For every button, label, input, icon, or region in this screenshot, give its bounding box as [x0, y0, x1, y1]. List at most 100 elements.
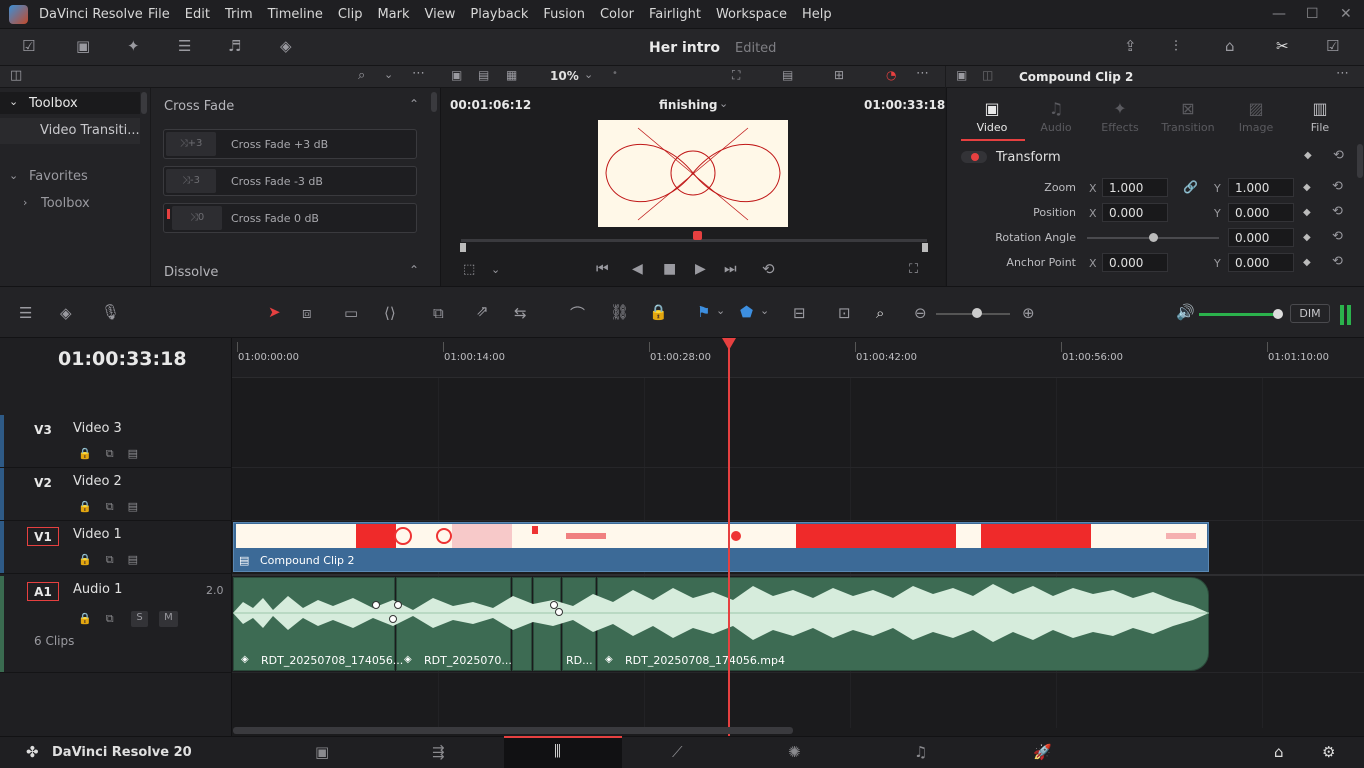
inspector-tools-icon[interactable]: ✂	[1276, 37, 1289, 55]
tree-item-video-transitions[interactable]: Video Transiti...	[0, 118, 140, 144]
volume-slider-handle[interactable]	[1273, 309, 1283, 319]
menu-timeline[interactable]: Timeline	[268, 7, 323, 22]
anchor-y-field[interactable]: 0.000	[1228, 253, 1294, 272]
tab-file[interactable]: ▥ File	[1290, 99, 1350, 134]
keyframe-icon[interactable]: ◈	[280, 37, 292, 55]
zoom-level[interactable]: 10%	[550, 69, 579, 83]
settings-gear-icon[interactable]: ⚙	[1322, 743, 1335, 761]
more-options-icon[interactable]: ⋯	[1336, 66, 1349, 81]
track-id[interactable]: A1	[27, 582, 59, 601]
dynamic-trim-icon[interactable]: ⟨⟩	[384, 304, 396, 322]
timeline-horizontal-scrollbar[interactable]	[233, 727, 793, 734]
mute-button[interactable]: M	[159, 611, 178, 627]
lock-icon[interactable]: 🔒	[78, 553, 92, 566]
chevron-down-icon[interactable]: ⌄	[716, 304, 725, 317]
record-icon[interactable]: ◔	[886, 68, 896, 82]
keyframe-icon[interactable]: ◈	[60, 304, 72, 322]
lock-icon[interactable]: 🔒	[78, 500, 92, 513]
layout-icon[interactable]: ▦	[506, 68, 517, 82]
timeline-view-options-icon[interactable]: ☰	[19, 304, 32, 322]
position-x-field[interactable]: 0.000	[1102, 203, 1168, 222]
track-name[interactable]: Audio 1	[73, 582, 122, 597]
fade-handle[interactable]	[555, 608, 563, 616]
more-options-icon[interactable]: ⋯	[916, 66, 929, 81]
rotation-field[interactable]: 0.000	[1228, 228, 1294, 247]
chevron-down-icon[interactable]: ⌄	[760, 304, 769, 317]
fade-handle[interactable]	[394, 601, 402, 609]
anchor-x-field[interactable]: 0.000	[1102, 253, 1168, 272]
track-header-v2[interactable]: V2 Video 2 🔒 ⧉ ▤	[0, 468, 232, 521]
menu-fairlight[interactable]: Fairlight	[649, 7, 701, 22]
auto-select-icon[interactable]: ⧉	[106, 553, 114, 566]
tab-video[interactable]: ▣ Video	[962, 99, 1022, 134]
effect-cross-fade-0[interactable]: ⤨0 Cross Fade 0 dB	[163, 203, 417, 233]
rotation-slider-handle[interactable]	[1149, 233, 1158, 242]
trim-edit-icon[interactable]: ⧈	[302, 304, 312, 322]
reset-icon[interactable]: ⟲	[1332, 229, 1343, 244]
insert-clip-icon[interactable]: ⧉	[433, 304, 444, 322]
zoom-in-icon[interactable]: ⊕	[1022, 304, 1035, 322]
lock-icon[interactable]: 🔒	[649, 303, 668, 321]
color-page-icon[interactable]: ⟋	[672, 743, 683, 761]
track-name[interactable]: Video 3	[73, 421, 122, 436]
track-name[interactable]: Video 1	[73, 527, 122, 542]
playhead-handle[interactable]	[722, 338, 736, 350]
in-handle[interactable]	[460, 243, 466, 252]
menu-playback[interactable]: Playback	[470, 7, 528, 22]
more-options-icon[interactable]: ⋯	[412, 66, 425, 81]
maximize-icon[interactable]: ☐	[1306, 6, 1319, 22]
auto-select-icon[interactable]: ⧉	[106, 500, 114, 513]
play-icon[interactable]: ▶	[695, 261, 706, 277]
search-icon[interactable]: ⌕	[358, 68, 365, 83]
menu-help[interactable]: Help	[802, 7, 832, 22]
tab-effects[interactable]: ✦ Effects	[1090, 99, 1150, 134]
menu-trim[interactable]: Trim	[225, 7, 253, 22]
zoom-out-icon[interactable]: ⊖	[914, 304, 927, 322]
panel-toggle-icon[interactable]: ◫	[10, 68, 22, 83]
home-icon[interactable]: ⌂	[1274, 743, 1284, 761]
reset-icon[interactable]: ⟲	[1332, 254, 1343, 269]
track-id[interactable]: V1	[27, 527, 59, 546]
zoom-full-icon[interactable]: ⊟	[793, 304, 806, 322]
media-page-icon[interactable]: ▣	[315, 743, 329, 761]
transform-overlay-icon[interactable]: ⊞	[834, 68, 844, 82]
fade-handle[interactable]	[372, 601, 380, 609]
media-thumbnail-icon[interactable]: ▣	[76, 37, 90, 55]
tree-item-fav-toolbox[interactable]: › Toolbox	[0, 193, 140, 215]
viewer-options-icon[interactable]: ▤	[782, 68, 793, 82]
crop-icon[interactable]: ⬚	[463, 262, 475, 277]
collapse-icon[interactable]: ☑	[1326, 37, 1339, 55]
track-header-v1[interactable]: V1 Video 1 🔒 ⧉ ▤	[0, 521, 232, 574]
edit-page-tab-active[interactable]: ⫼	[504, 736, 622, 768]
zoom-custom-icon[interactable]: ⌕	[876, 304, 884, 322]
fairlight-page-icon[interactable]: ♫	[914, 743, 927, 761]
split-view-icon[interactable]: ◫	[982, 68, 993, 82]
microphone-icon[interactable]: 🎙	[101, 303, 120, 321]
skip-forward-icon[interactable]: ⏭	[724, 261, 737, 277]
effect-cross-fade-minus3[interactable]: ⤨-3 Cross Fade -3 dB	[163, 166, 417, 196]
track-header-v3[interactable]: V3 Video 3 🔒 ⧉ ▤	[0, 415, 232, 468]
fade-handle[interactable]	[389, 615, 397, 623]
menu-color[interactable]: Color	[600, 7, 634, 22]
menu-workspace[interactable]: Workspace	[716, 7, 787, 22]
menu-clip[interactable]: Clip	[338, 7, 363, 22]
skip-back-icon[interactable]: ⏮	[596, 261, 609, 277]
keyframe-diamond-icon[interactable]: ◆	[1303, 207, 1311, 218]
menu-mark[interactable]: Mark	[377, 7, 409, 22]
film-strip-icon[interactable]: ▤	[478, 68, 489, 82]
keyframe-diamond-icon[interactable]: ◆	[1304, 150, 1312, 161]
safe-area-icon[interactable]: ⛶	[732, 68, 740, 83]
chevron-down-icon[interactable]: ⌄	[584, 68, 593, 81]
chevron-up-icon[interactable]: ⌃	[409, 263, 419, 277]
zoom-y-field[interactable]: 1.000	[1228, 178, 1294, 197]
marker-icon[interactable]: ⬟	[740, 303, 753, 321]
timeline-playhead[interactable]	[728, 338, 730, 738]
index-list-icon[interactable]: ☰	[178, 37, 191, 55]
menu-view[interactable]: View	[425, 7, 456, 22]
minimize-icon[interactable]: —	[1272, 6, 1286, 22]
track-name[interactable]: Video 2	[73, 474, 122, 489]
effects-wand-icon[interactable]: ✦	[127, 37, 140, 55]
lock-icon[interactable]: 🔒	[78, 612, 92, 625]
deliver-page-icon[interactable]: 🚀	[1033, 743, 1052, 761]
cut-page-icon[interactable]: ⇶	[432, 743, 445, 761]
